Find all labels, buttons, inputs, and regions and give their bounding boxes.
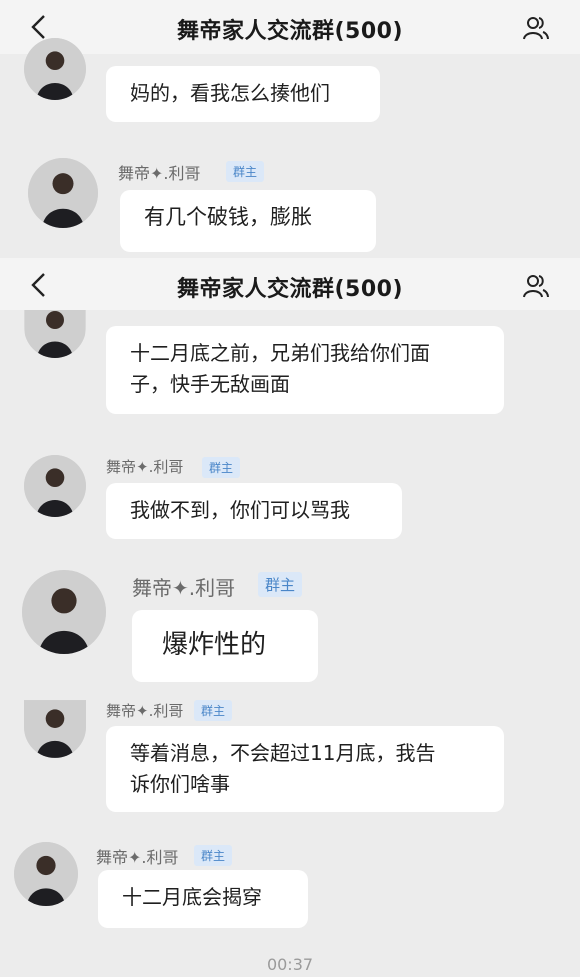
sender-name: 舞帝✦.利哥: [118, 164, 201, 183]
owner-badge: 群主: [194, 845, 233, 866]
chat-header: 舞帝家人交流群(500): [0, 258, 580, 310]
owner-badge: 群主: [202, 457, 241, 478]
sender-name: 舞帝✦.利哥: [106, 702, 184, 720]
avatar[interactable]: [24, 310, 86, 358]
message-text: 妈的，看我怎么揍他们: [130, 81, 330, 105]
avatar[interactable]: [28, 158, 98, 228]
avatar[interactable]: [24, 38, 86, 100]
chat-header: 舞帝家人交流群(500): [0, 0, 580, 54]
group-title: 舞帝家人交流群(500): [176, 19, 404, 44]
message-text: 等着消息，不会超过11月底，我告: [130, 741, 436, 765]
sender-name: 舞帝✦.利哥: [106, 458, 184, 476]
message-text: 诉你们啥事: [130, 772, 230, 796]
message-text: 爆炸性的: [162, 630, 267, 660]
avatar[interactable]: [22, 570, 106, 654]
avatar[interactable]: [24, 455, 86, 517]
message-bubble: 有几个破钱，膨胀: [120, 190, 376, 252]
avatar[interactable]: [14, 842, 78, 906]
message-bubble: 妈的，看我怎么揍他们: [106, 66, 380, 122]
message-text: 有几个破钱，膨胀: [144, 205, 312, 229]
message-text: 十二月底会揭穿: [122, 885, 262, 909]
message-bubble: 等着消息，不会超过11月底，我告 诉你们啥事: [106, 726, 504, 812]
timestamp: 00:37: [266, 955, 314, 974]
sender-name: 舞帝✦.利哥: [96, 848, 179, 867]
owner-badge: 群主: [194, 700, 233, 721]
message-text: 我做不到，你们可以骂我: [130, 498, 350, 522]
message-text: 十二月底之前，兄弟们我给你们面: [130, 341, 430, 365]
message-bubble: 十二月底之前，兄弟们我给你们面 子，快手无敌画面: [106, 326, 504, 414]
group-members-icon[interactable]: [522, 272, 550, 300]
group-members-icon[interactable]: [522, 14, 550, 42]
sender-name: 舞帝✦.利哥: [132, 576, 236, 600]
message-text: 子，快手无敌画面: [130, 372, 290, 396]
avatar[interactable]: [24, 700, 86, 758]
owner-badge: 群主: [258, 572, 303, 597]
message-bubble: 十二月底会揭穿: [98, 870, 308, 928]
owner-badge: 群主: [226, 161, 265, 182]
group-title: 舞帝家人交流群(500): [176, 277, 404, 302]
message-bubble: 我做不到，你们可以骂我: [106, 483, 402, 539]
message-bubble: 爆炸性的: [132, 610, 318, 682]
